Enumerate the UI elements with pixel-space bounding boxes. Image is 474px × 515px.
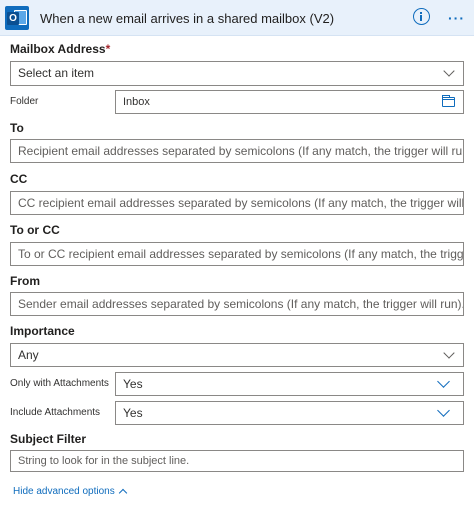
mailbox-dropdown[interactable]: Select an item <box>10 61 464 86</box>
subject-filter-placeholder: String to look for in the subject line. <box>18 455 190 467</box>
card-title: When a new email arrives in a shared mai… <box>40 11 335 26</box>
importance-label: Importance <box>10 324 75 338</box>
include-attachments-label: Include Attachments <box>10 407 101 418</box>
chevron-down-icon <box>437 404 450 417</box>
to-or-cc-input[interactable]: To or CC recipient email addresses separ… <box>10 242 464 266</box>
from-placeholder: Sender email addresses separated by semi… <box>18 297 464 311</box>
cc-input[interactable]: CC recipient email addresses separated b… <box>10 191 464 215</box>
subject-filter-input[interactable]: String to look for in the subject line. <box>10 450 464 472</box>
to-or-cc-placeholder: To or CC recipient email addresses separ… <box>18 247 464 261</box>
mailbox-label-text: Mailbox Address <box>10 42 106 56</box>
hide-advanced-options-link[interactable]: Hide advanced options <box>13 486 115 497</box>
importance-value: Any <box>18 348 39 362</box>
to-or-cc-label: To or CC <box>10 223 60 237</box>
cc-label: CC <box>10 172 28 186</box>
folder-input[interactable]: Inbox <box>115 90 464 114</box>
outlook-letter: O <box>7 12 19 25</box>
folder-icon[interactable] <box>442 95 455 107</box>
chevron-up-icon[interactable] <box>118 488 128 498</box>
folder-value: Inbox <box>123 96 150 108</box>
info-icon[interactable] <box>413 8 430 25</box>
outlook-icon: O <box>5 6 29 30</box>
include-attachments-dropdown[interactable]: Yes <box>115 401 464 425</box>
only-attachments-label: Only with Attachments <box>10 378 109 389</box>
to-label: To <box>10 121 24 135</box>
subject-filter-label: Subject Filter <box>10 432 87 446</box>
folder-label: Folder <box>10 96 39 107</box>
more-icon[interactable]: ··· <box>448 10 468 26</box>
to-placeholder: Recipient email addresses separated by s… <box>18 144 464 158</box>
from-input[interactable]: Sender email addresses separated by semi… <box>10 292 464 316</box>
chevron-down-icon <box>443 347 455 359</box>
importance-dropdown[interactable]: Any <box>10 343 464 367</box>
include-attachments-value: Yes <box>123 406 143 420</box>
mailbox-placeholder: Select an item <box>18 66 95 80</box>
from-label: From <box>10 274 40 288</box>
to-input[interactable]: Recipient email addresses separated by s… <box>10 139 464 163</box>
mailbox-label: Mailbox Address* <box>10 42 110 56</box>
chevron-down-icon <box>443 65 455 77</box>
chevron-down-icon <box>437 375 450 388</box>
only-attachments-value: Yes <box>123 377 143 391</box>
only-attachments-dropdown[interactable]: Yes <box>115 372 464 396</box>
card-header: O When a new email arrives in a shared m… <box>0 0 474 36</box>
required-mark: * <box>105 42 111 56</box>
cc-placeholder: CC recipient email addresses separated b… <box>18 196 464 210</box>
